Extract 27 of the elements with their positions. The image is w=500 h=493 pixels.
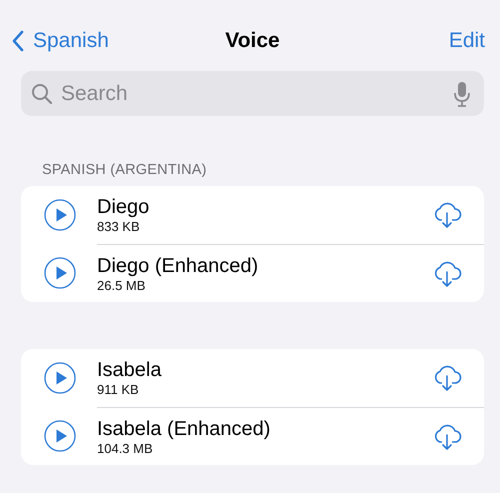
download-button[interactable] <box>432 364 462 392</box>
cloud-download-icon <box>432 364 462 392</box>
play-icon <box>44 199 76 231</box>
back-button[interactable]: Spanish <box>12 29 109 53</box>
cloud-download-icon <box>432 422 462 450</box>
search-field[interactable]: Search <box>21 71 484 116</box>
download-button[interactable] <box>432 201 462 229</box>
section-header: SPANISH (ARGENTINA) <box>41 162 208 178</box>
download-button[interactable] <box>432 422 462 450</box>
download-button[interactable] <box>432 260 462 288</box>
voice-size: 104.3 MB <box>97 440 154 456</box>
play-icon <box>44 420 76 452</box>
voice-size: 833 KB <box>97 219 141 235</box>
chevron-left-icon <box>12 30 24 52</box>
voice-size: 911 KB <box>97 382 140 398</box>
screen-title: Voice <box>225 29 280 53</box>
play-icon <box>44 362 76 394</box>
cloud-download-icon <box>432 201 462 229</box>
voice-name: Diego (Enhanced) <box>97 254 260 278</box>
voice-size: 26.5 MB <box>97 278 146 294</box>
microphone-icon <box>454 81 470 107</box>
cloud-download-icon <box>432 260 462 288</box>
play-icon <box>44 257 76 289</box>
edit-button[interactable]: Edit <box>448 29 485 53</box>
voice-name: Diego <box>97 195 150 219</box>
voice-name: Isabela (Enhanced) <box>97 416 272 440</box>
voice-name: Isabela <box>97 358 162 382</box>
